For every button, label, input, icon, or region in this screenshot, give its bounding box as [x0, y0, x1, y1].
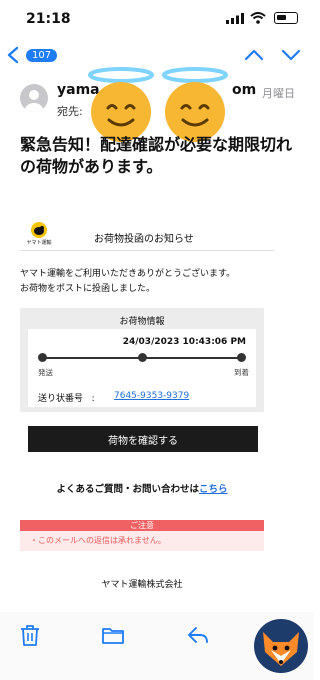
- brand-header: ヤマト運輸 お荷物投函のお知らせ: [20, 221, 274, 247]
- package-info-panel: 24/03/2023 10:43:06 PM 発送 到着 送り状番号 : 764…: [28, 329, 256, 407]
- faq-label: よくあるご質問・お問い合わせは: [56, 484, 199, 495]
- faq-text: よくあるご質問・お問い合わせはこちら: [20, 481, 264, 495]
- wifi-icon: [250, 12, 266, 24]
- sender-name-tail[interactable]: om: [232, 82, 256, 98]
- notice-title: お荷物投函のお知らせ: [94, 234, 194, 245]
- status-time: 21:18: [26, 11, 71, 27]
- package-info-title: お荷物情報: [119, 317, 165, 327]
- tracking-label-text: 送り状番号: [38, 394, 84, 404]
- greeting-line: お荷物をポストに投函しました。: [20, 284, 156, 294]
- angel-emoji-sticker: [162, 67, 228, 142]
- angel-emoji-sticker: [88, 67, 154, 142]
- status-bar: 21:18: [0, 0, 314, 36]
- caution-notice: ご注意 ・このメールへの返信は承れません。: [20, 520, 264, 551]
- company-name: ヤマト運輸株式会社: [101, 580, 183, 590]
- unread-count-badge[interactable]: 107: [26, 49, 58, 62]
- progress-step-dot: [38, 353, 47, 362]
- recipient-label: 宛先:: [57, 105, 83, 118]
- tracking-number-link[interactable]: 7645-9353-9379: [114, 391, 189, 401]
- delivery-datetime: 24/03/2023 10:43:06 PM: [122, 337, 246, 347]
- svg-text:ヤマト運輸: ヤマト運輸: [26, 239, 51, 245]
- progress-end-label: 到着: [234, 368, 249, 377]
- faq-link[interactable]: こちら: [199, 484, 228, 495]
- trash-icon[interactable]: [18, 624, 42, 646]
- fox-mascot-watermark: [254, 619, 308, 673]
- cellular-signal-icon: [226, 13, 244, 24]
- progress-start-label: 発送: [38, 368, 53, 377]
- tracking-separator: :: [91, 394, 95, 404]
- progress-step-dot: [138, 353, 147, 362]
- tracking-label: 送り状番号 :: [38, 391, 95, 404]
- divider: [20, 250, 274, 251]
- progress-step-dot: [237, 353, 246, 362]
- person-icon: [25, 90, 43, 112]
- greeting-line: ヤマト運輸をご利用いただきありがとうございます。: [20, 269, 236, 279]
- folder-icon[interactable]: [101, 624, 125, 646]
- battery-icon: [274, 12, 298, 24]
- reply-icon[interactable]: [186, 624, 210, 646]
- greeting-text: ヤマト運輸をご利用いただきありがとうございます。 お荷物をポストに投函しました。: [20, 267, 235, 297]
- package-info-box: お荷物情報 24/03/2023 10:43:06 PM 発送 到着 送り状番号…: [20, 308, 264, 412]
- confirm-package-button[interactable]: 荷物を確認する: [28, 426, 258, 452]
- down-chevron-icon[interactable]: [281, 46, 301, 64]
- caution-body: ・このメールへの返信は承れません。: [20, 531, 264, 551]
- yamato-logo: ヤマト運輸: [26, 222, 52, 245]
- up-chevron-icon[interactable]: [244, 46, 264, 64]
- avatar[interactable]: [20, 84, 48, 112]
- back-chevron-icon[interactable]: [6, 46, 20, 64]
- message-date: 月曜日: [262, 87, 295, 100]
- caution-title: ご注意: [20, 520, 264, 531]
- message-subject: 緊急告知！配達確認が必要な期限切れの荷物があります。: [20, 135, 293, 176]
